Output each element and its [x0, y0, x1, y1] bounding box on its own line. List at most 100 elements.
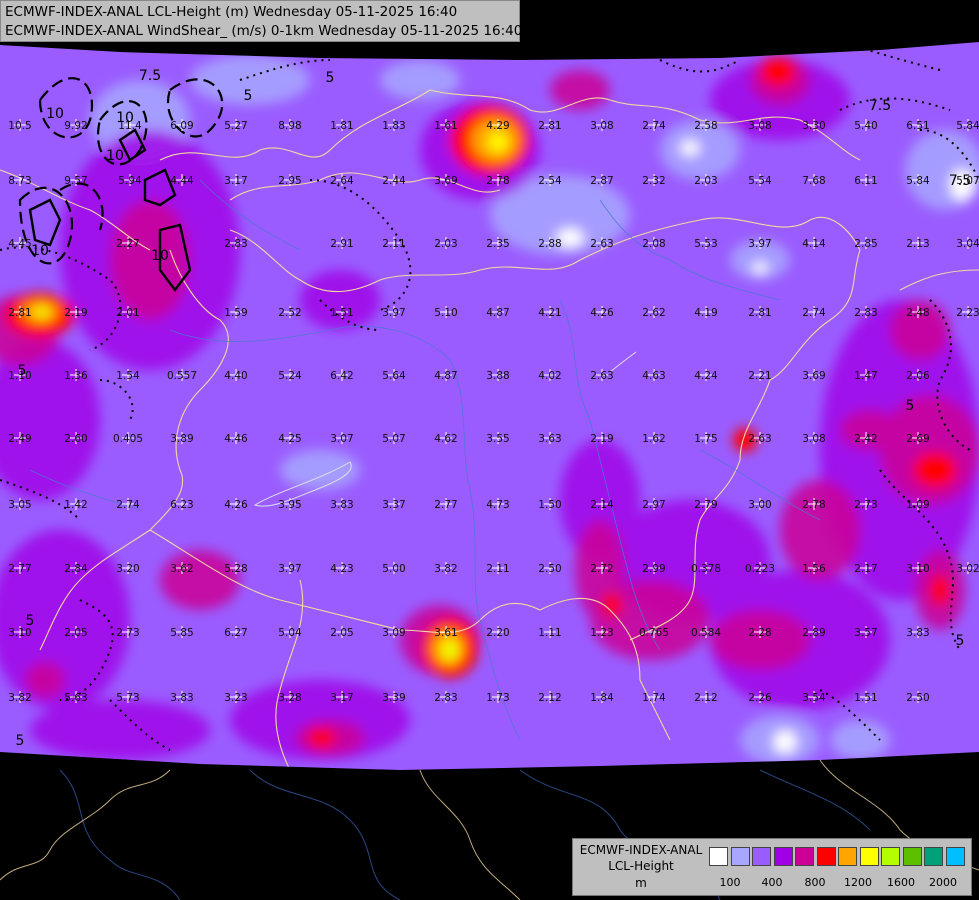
legend-title-variable: LCL-Height — [608, 859, 674, 873]
station-value: 3.97 — [278, 563, 301, 575]
station-value: 2.81 — [748, 307, 771, 319]
station-value: 4.14 — [802, 238, 826, 250]
station-value: 2.79 — [694, 499, 717, 511]
legend-swatch — [773, 847, 793, 866]
station-value: 2.99 — [642, 563, 665, 575]
station-value: 1.47 — [854, 370, 877, 382]
station-value: 5.84 — [956, 120, 979, 132]
station-value: 1.56 — [802, 563, 826, 575]
station-value: 3.17 — [224, 175, 247, 187]
station-value: 3.83 — [906, 627, 929, 639]
color-legend: ECMWF-INDEX-ANAL LCL-Height m 100 400 800 1… — [572, 838, 972, 896]
station-value: 2.83 — [854, 307, 877, 319]
station-value: 2.42 — [854, 433, 877, 445]
station-value: 4.26 — [224, 499, 248, 511]
station-value: 4.25 — [278, 433, 301, 445]
station-value: 2.26 — [748, 692, 772, 704]
station-value: 6.23 — [170, 499, 193, 511]
station-value: 3.97 — [748, 238, 771, 250]
station-value: 2.12 — [538, 692, 561, 704]
station-value: 9.92 — [64, 120, 87, 132]
station-value: 2.77 — [434, 499, 457, 511]
station-value: 3.88 — [486, 370, 509, 382]
station-value: 2.48 — [906, 307, 929, 319]
station-value: 2.03 — [434, 238, 457, 250]
station-value: 5.53 — [694, 238, 717, 250]
station-value: 1.36 — [64, 370, 88, 382]
station-value: 2.21 — [748, 370, 771, 382]
contour-label: 5 — [26, 613, 35, 629]
station-value: 3.04 — [956, 238, 979, 250]
station-value: 6.51 — [906, 120, 929, 132]
station-value: 3.09 — [382, 627, 405, 639]
station-value: 0.223 — [745, 563, 775, 575]
legend-swatch — [902, 847, 922, 866]
station-value: 8.98 — [278, 120, 301, 132]
station-value: 2.74 — [642, 120, 666, 132]
station-value: 5.40 — [854, 120, 877, 132]
station-value: 2.64 — [330, 175, 354, 187]
legend-swatch — [816, 847, 836, 866]
legend-swatch — [795, 847, 814, 866]
station-value: 2.58 — [694, 120, 717, 132]
station-value: 2.11 — [382, 238, 405, 250]
station-value: 3.23 — [224, 692, 247, 704]
station-value: 2.23 — [956, 307, 979, 319]
station-value: 3.07 — [330, 433, 353, 445]
station-value: 4.02 — [538, 370, 561, 382]
station-value: 1.51 — [854, 692, 877, 704]
station-value: 2.63 — [590, 370, 613, 382]
station-value: 2.49 — [8, 433, 31, 445]
station-value: 2.73 — [116, 627, 139, 639]
station-value: 2.62 — [642, 307, 665, 319]
station-value: 3.63 — [538, 433, 561, 445]
station-value: 3.83 — [330, 499, 353, 511]
station-value: 4.87 — [434, 370, 457, 382]
legend-title-model: ECMWF-INDEX-ANAL — [579, 843, 703, 857]
station-value: 3.82 — [8, 692, 31, 704]
contour-label: 5 — [956, 633, 965, 649]
station-value: 5.84 — [906, 175, 930, 187]
station-value: 2.74 — [802, 307, 826, 319]
station-value: 6.27 — [224, 627, 247, 639]
station-value: 5.24 — [278, 370, 302, 382]
station-value: 0.557 — [167, 370, 197, 382]
station-value: 1.74 — [642, 692, 666, 704]
station-value: 1.09 — [906, 499, 929, 511]
station-value: 1.42 — [64, 499, 87, 511]
station-value: 0.584 — [691, 627, 721, 639]
station-value: 2.05 — [64, 627, 87, 639]
station-value: 4.73 — [486, 499, 509, 511]
station-value: 4.26 — [590, 307, 614, 319]
station-value: 2.69 — [906, 433, 929, 445]
station-value: 1.62 — [642, 433, 665, 445]
contour-label: 5 — [326, 70, 335, 86]
station-value: 2.28 — [748, 627, 771, 639]
station-value: 6.09 — [170, 120, 193, 132]
station-value: 2.87 — [590, 175, 613, 187]
station-value: 2.54 — [538, 175, 562, 187]
station-value: 2.19 — [64, 307, 87, 319]
station-value: 2.89 — [802, 627, 825, 639]
station-value: 2.81 — [538, 120, 561, 132]
title-lcl-height: ECMWF-INDEX-ANAL LCL-Height (m) Wednesda… — [5, 4, 458, 20]
station-value: 10.5 — [8, 120, 31, 132]
station-value: 3.02 — [956, 563, 979, 575]
station-value: 4.87 — [486, 307, 509, 319]
station-value: 2.91 — [330, 238, 353, 250]
legend-swatch — [945, 847, 965, 866]
station-value: 3.55 — [486, 433, 509, 445]
station-value: 1.59 — [224, 307, 247, 319]
station-value: 5.54 — [748, 175, 772, 187]
station-value: 2.74 — [116, 499, 140, 511]
station-value: 1.23 — [590, 627, 613, 639]
station-value: 2.50 — [906, 692, 929, 704]
contour-label: 7.5 — [869, 98, 891, 114]
station-value: 2.81 — [8, 307, 31, 319]
station-value: 2.78 — [802, 499, 825, 511]
station-value: 1.81 — [330, 120, 353, 132]
station-value: 5.94 — [118, 175, 142, 187]
station-value: 2.35 — [486, 238, 509, 250]
legend-tick-label: 2000 — [929, 876, 957, 889]
contour-label: 5 — [18, 363, 27, 379]
